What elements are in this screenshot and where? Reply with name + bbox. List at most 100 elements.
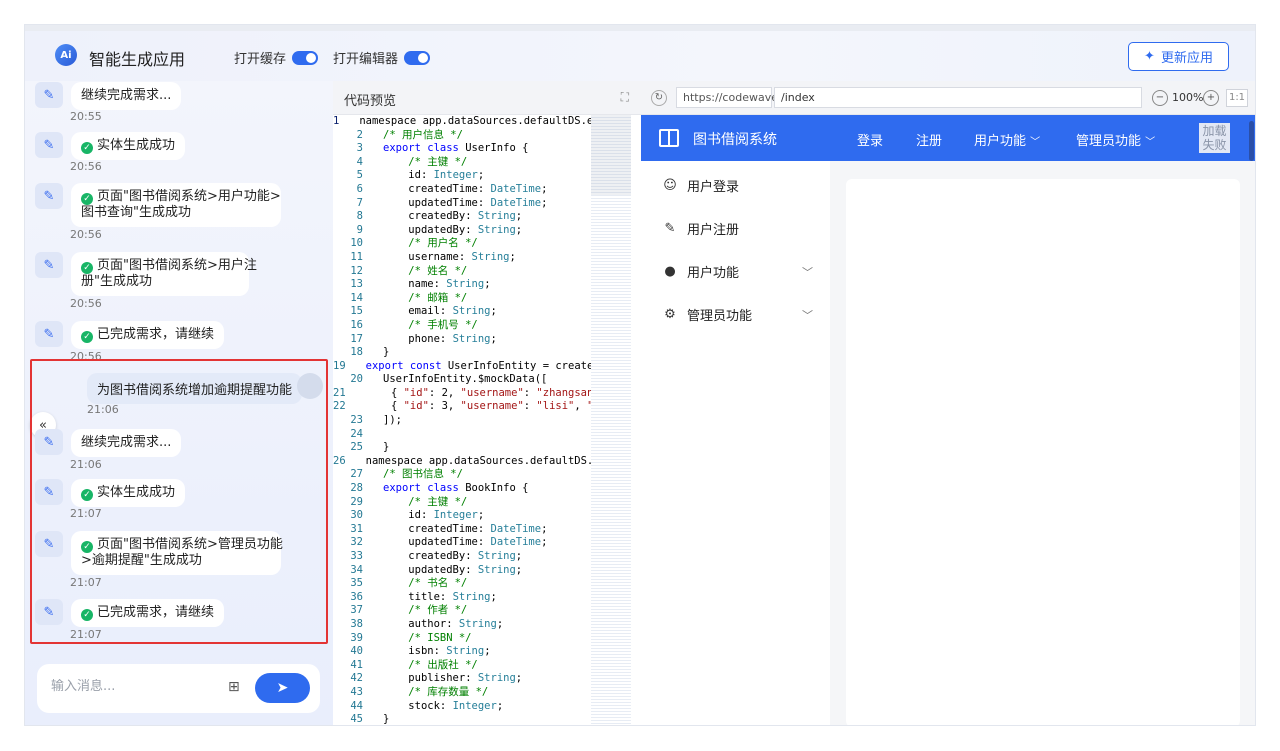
zoom-level: 100% xyxy=(1172,91,1204,104)
code-line: 1 namespace app.dataSources.defaultDS.e xyxy=(333,115,591,129)
fullscreen-icon[interactable]: ⛶ xyxy=(621,90,629,105)
success-check-icon: ✓ xyxy=(81,541,93,553)
code-line: 6 createdTime: DateTime; xyxy=(333,183,591,197)
code-line: 19 export const UserInfoEntity = createE xyxy=(333,360,591,374)
side-item-user-functions[interactable]: ● 用户功能 ﹀ xyxy=(663,262,813,281)
code-minimap[interactable] xyxy=(591,115,631,725)
toggle-editor-switch[interactable] xyxy=(404,50,431,65)
line-number: 31 xyxy=(350,522,363,535)
bot-avatar-icon: ✎ xyxy=(35,479,63,505)
code-editor[interactable]: 1 namespace app.dataSources.defaultDS.e 2 /… xyxy=(333,115,591,725)
code-text: /* 图书信息 */ xyxy=(383,468,463,481)
side-item-user-register[interactable]: ✎ 用户注册 xyxy=(663,219,813,238)
line-number: 21 xyxy=(333,386,346,399)
code-text: phone: String; xyxy=(408,332,497,345)
chat-bubble: ✓ 已完成需求，请继续 xyxy=(71,321,225,349)
line-number: 4 xyxy=(356,155,363,168)
code-text: updatedTime: DateTime; xyxy=(408,536,548,549)
line-number: 17 xyxy=(350,332,363,345)
code-text: /* 出版社 */ xyxy=(383,658,478,671)
code-line: 9 updatedBy: String; xyxy=(333,224,591,238)
preview-scrollbar[interactable] xyxy=(1249,121,1254,161)
code-text: export class BookInfo { xyxy=(383,482,529,495)
code-text: updatedBy: String; xyxy=(408,563,523,576)
code-line: 23]); xyxy=(333,414,591,428)
side-item-label: 用户登录 xyxy=(687,180,740,195)
message-text: 页面"图书借阅系统>用户注 xyxy=(97,258,257,273)
line-number: 34 xyxy=(350,563,363,576)
bot-avatar-icon: ✎ xyxy=(35,599,63,625)
code-line: 36 title: String; xyxy=(333,591,591,605)
line-number: 19 xyxy=(333,359,346,372)
message-time: 20:56 xyxy=(70,350,102,363)
line-number: 9 xyxy=(356,223,363,236)
code-line: 8 createdBy: String; xyxy=(333,210,591,224)
chat-bubble: ✓ 页面"图书借阅系统>用户功能> 图书查询"生成成功 xyxy=(71,183,281,227)
zoom-out-icon[interactable]: − xyxy=(1152,90,1168,106)
update-app-button[interactable]: ✦ 更新应用 xyxy=(1128,42,1229,71)
zoom-in-icon[interactable]: + xyxy=(1203,90,1219,106)
line-number: 38 xyxy=(350,617,363,630)
preview-app-navbar: 图书借阅系统 登录 注册 用户功能 ﹀ 管理员功能 ﹀ 加载 失败 xyxy=(641,115,1255,161)
code-line: 37 /* 作者 */ xyxy=(333,604,591,618)
nav-user-functions[interactable]: 用户功能 ﹀ xyxy=(974,130,1040,149)
nav-register[interactable]: 注册 xyxy=(916,130,942,149)
preview-content-card xyxy=(846,179,1240,725)
chevron-down-icon: ﹀ xyxy=(1145,137,1156,148)
side-item-admin-functions[interactable]: ⚙ 管理员功能 ﹀ xyxy=(663,305,813,324)
code-line: 38 author: String; xyxy=(333,618,591,632)
app-header: Ai 智能生成应用 打开缓存 打开编辑器 ✦ 更新应用 xyxy=(25,31,1255,81)
line-number: 7 xyxy=(356,196,363,209)
code-line: 30 id: Integer; xyxy=(333,509,591,523)
code-line: 13 name: String; xyxy=(333,278,591,292)
app-window: Ai 智能生成应用 打开缓存 打开编辑器 ✦ 更新应用 ✎ 继续完成需求... … xyxy=(24,24,1256,726)
zoom-reset-button[interactable]: 1:1 xyxy=(1226,89,1248,107)
line-number: 6 xyxy=(356,182,363,195)
success-check-icon: ✓ xyxy=(81,142,93,154)
send-icon: ➤ xyxy=(276,680,289,696)
toggle-editor[interactable]: 打开编辑器 xyxy=(333,48,431,67)
image-upload-icon[interactable]: ⊞ xyxy=(228,679,246,697)
chevron-down-icon: ﹀ xyxy=(802,265,813,279)
code-line: 25} xyxy=(333,441,591,455)
code-text: updatedBy: String; xyxy=(408,223,523,236)
ai-logo-icon: Ai xyxy=(55,44,77,66)
line-number: 23 xyxy=(350,414,363,427)
code-line: 3 export class UserInfo { xyxy=(333,142,591,156)
url-path-field[interactable]: /index xyxy=(774,87,1142,108)
line-number: 32 xyxy=(350,536,363,549)
sparkle-icon: ✦ xyxy=(1144,49,1155,64)
toggle-cache[interactable]: 打开缓存 xyxy=(234,48,319,67)
minimap-viewport[interactable] xyxy=(591,115,631,195)
user-outline-icon: ☺ xyxy=(663,177,677,193)
code-text: id: Integer; xyxy=(408,509,485,522)
send-button[interactable]: ➤ xyxy=(255,673,310,703)
code-line: 15 email: String; xyxy=(333,305,591,319)
message-text: 继续完成需求... xyxy=(81,435,172,450)
code-line: 14 /* 邮箱 */ xyxy=(333,292,591,306)
line-number: 22 xyxy=(333,400,346,413)
code-text: } xyxy=(383,441,390,454)
refresh-icon[interactable]: ↻ xyxy=(651,90,667,106)
code-preview-panel: 代码预览 ⛶ 1 namespace app.dataSources.defaul… xyxy=(333,81,641,725)
user-avatar xyxy=(297,373,323,399)
message-input[interactable] xyxy=(51,679,211,694)
code-text: export class UserInfo { xyxy=(383,142,529,155)
preview-app-title: 图书借阅系统 xyxy=(693,132,777,148)
message-time: 21:07 xyxy=(70,507,102,520)
nav-login[interactable]: 登录 xyxy=(857,130,883,149)
line-number: 25 xyxy=(350,441,363,454)
message-time: 21:07 xyxy=(70,628,102,641)
line-number: 10 xyxy=(350,237,363,250)
line-number: 42 xyxy=(350,672,363,685)
code-text: title: String; xyxy=(408,590,497,603)
code-line: 34 updatedBy: String; xyxy=(333,564,591,578)
code-text: createdBy: String; xyxy=(408,550,523,562)
app-title: 智能生成应用 xyxy=(89,50,186,69)
nav-user-functions-label: 用户功能 xyxy=(974,134,1027,149)
toggle-cache-switch[interactable] xyxy=(292,50,319,65)
side-item-user-login[interactable]: ☺ 用户登录 xyxy=(663,176,813,195)
message-text: 为图书借阅系统增加逾期提醒功能 xyxy=(97,383,293,398)
nav-admin-functions[interactable]: 管理员功能 ﹀ xyxy=(1076,130,1155,149)
